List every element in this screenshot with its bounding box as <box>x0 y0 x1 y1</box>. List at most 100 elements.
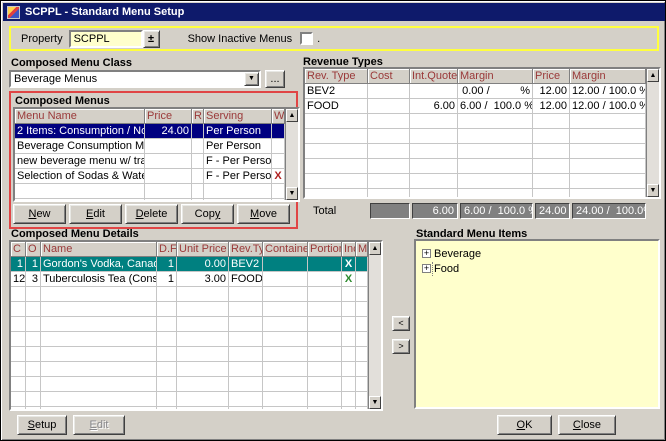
col-serving: Serving <box>204 109 272 124</box>
total-price: 24.00 <box>535 203 570 219</box>
details-header: C O Name D.F. Unit Price Rev.Typ Contain… <box>11 242 381 257</box>
table-row[interactable] <box>11 377 381 392</box>
total-int-quote: 6.00 <box>412 203 458 219</box>
col-name: Name <box>41 242 157 257</box>
details-scrollbar[interactable]: ▲ ▼ <box>368 242 381 409</box>
col-rev-typ: Rev.Typ <box>229 242 263 257</box>
table-row[interactable]: new beverage menu w/ translati F - Per P… <box>15 154 298 169</box>
col-unit-price: Unit Price <box>177 242 229 257</box>
table-row[interactable]: 2 Items: Consumption / Not Con 24.00 Per… <box>15 124 298 139</box>
total-cost <box>370 203 410 219</box>
composed-menu-class-browse-button[interactable]: ... <box>265 70 285 88</box>
table-row[interactable] <box>11 302 381 317</box>
composed-menus-header: Menu Name Price R Serving W <box>15 109 298 124</box>
property-label: Property <box>21 33 63 45</box>
table-row[interactable]: FOOD 6.00 6.00 / 100.0 % 12.00 12.00 / 1… <box>305 99 659 114</box>
title-bar[interactable]: SCPPL - Standard Menu Setup <box>3 3 665 21</box>
scroll-up-icon[interactable]: ▲ <box>369 242 381 255</box>
revenue-types-table: Rev. Type Cost Int.Quote Margin Price Ma… <box>303 67 661 199</box>
setup-button[interactable]: Setup <box>17 415 67 435</box>
delete-button[interactable]: Delete <box>125 204 178 224</box>
revenue-types-header: Rev. Type Cost Int.Quote Margin Price Ma… <box>305 69 659 84</box>
standard-menu-setup-window: SCPPL - Standard Menu Setup Property ± S… <box>0 0 666 441</box>
table-row[interactable] <box>305 159 659 174</box>
col-r: R <box>192 109 204 124</box>
table-row[interactable] <box>305 144 659 159</box>
col-w: W <box>272 109 285 124</box>
new-button[interactable]: New <box>13 204 66 224</box>
table-row[interactable] <box>305 174 659 189</box>
scroll-down-icon[interactable]: ▼ <box>647 184 659 197</box>
property-lov-button[interactable]: ± <box>143 30 160 48</box>
col-o: O <box>26 242 41 257</box>
ok-button[interactable]: OK <box>497 415 552 435</box>
col-margin-2: Margin <box>570 69 646 84</box>
close-button[interactable]: Close <box>558 415 616 435</box>
app-icon <box>7 6 20 19</box>
move-button[interactable]: Move <box>237 204 290 224</box>
chevron-down-icon[interactable]: ▼ <box>244 72 259 86</box>
col-price: Price <box>533 69 570 84</box>
col-portion: Portion <box>308 242 342 257</box>
col-rev-type: Rev. Type <box>305 69 368 84</box>
col-menu-name: Menu Name <box>15 109 145 124</box>
expand-icon[interactable]: + <box>422 249 431 258</box>
composed-menu-details-label: Composed Menu Details <box>11 228 139 240</box>
revenue-types-scrollbar[interactable]: ▲ ▼ <box>646 69 659 197</box>
table-row[interactable] <box>11 332 381 347</box>
table-row[interactable] <box>11 287 381 302</box>
tree-node-label: Beverage <box>434 248 481 260</box>
tree-node-beverage[interactable]: + Beverage <box>422 246 652 261</box>
composed-menu-class-combo[interactable]: Beverage Menus ▼ <box>9 70 261 88</box>
standard-menu-items-tree: + Beverage + Food <box>414 239 660 409</box>
col-c: C <box>11 242 26 257</box>
table-row[interactable]: BEV2 0.00 / % 12.00 12.00 / 100.0 % <box>305 84 659 99</box>
edit-button[interactable]: Edit <box>69 204 122 224</box>
col-df: D.F. <box>157 242 177 257</box>
table-row[interactable] <box>15 184 298 199</box>
composed-menu-details-table: C O Name D.F. Unit Price Rev.Typ Contain… <box>9 240 383 411</box>
col-cost: Cost <box>368 69 410 84</box>
table-row[interactable] <box>11 362 381 377</box>
table-row[interactable]: Beverage Consumption Menu Per Person <box>15 139 298 154</box>
copy-button[interactable]: Copy <box>181 204 234 224</box>
table-row[interactable]: 12 3 Tuberculosis Tea (Consumption) 1 3.… <box>11 272 381 287</box>
table-row[interactable]: 1 1 Gordon's Vodka, Canadian Mist ' 1 0.… <box>11 257 381 272</box>
scroll-down-icon[interactable]: ▼ <box>369 396 381 409</box>
tree-node-label: Food <box>434 263 459 275</box>
show-inactive-checkbox[interactable] <box>300 32 313 45</box>
table-row[interactable] <box>305 189 659 199</box>
checkbox-suffix: . <box>317 33 320 45</box>
composed-menus-label: Composed Menus <box>15 95 110 107</box>
col-int-quote: Int.Quote <box>410 69 458 84</box>
table-row[interactable] <box>11 347 381 362</box>
total-label: Total <box>305 203 368 219</box>
col-inc: Inc <box>342 242 356 257</box>
table-row[interactable] <box>11 407 381 411</box>
move-left-button[interactable]: < <box>392 316 410 331</box>
table-row[interactable] <box>11 392 381 407</box>
scroll-down-icon[interactable]: ▼ <box>286 187 298 200</box>
move-right-button[interactable]: > <box>392 339 410 354</box>
tree-node-food[interactable]: + Food <box>422 261 652 276</box>
property-panel: Property ± Show Inactive Menus . <box>9 26 659 51</box>
table-row[interactable] <box>305 114 659 129</box>
expand-icon[interactable]: + <box>422 264 431 273</box>
composed-menus-table: Menu Name Price R Serving W 2 Items: Con… <box>13 107 300 202</box>
table-row[interactable] <box>11 317 381 332</box>
col-margin-1: Margin <box>458 69 533 84</box>
scroll-up-icon[interactable]: ▲ <box>647 69 659 82</box>
table-row[interactable]: Selection of Sodas & Water F - Per Perso… <box>15 169 298 184</box>
window-title: SCPPL - Standard Menu Setup <box>25 6 184 18</box>
col-price: Price <box>145 109 192 124</box>
total-margin-2: 24.00 / 100.0% <box>572 203 646 219</box>
revenue-total-row: Total 6.00 6.00 / 100.0 % 24.00 24.00 / … <box>305 203 646 219</box>
composed-menu-class-value: Beverage Menus <box>11 73 244 85</box>
table-row[interactable] <box>15 199 298 202</box>
scroll-up-icon[interactable]: ▲ <box>286 109 298 122</box>
col-container: Container <box>263 242 308 257</box>
edit-bottom-button[interactable]: Edit <box>73 415 125 435</box>
property-input[interactable] <box>69 30 143 48</box>
composed-menus-scrollbar[interactable]: ▲ ▼ <box>285 109 298 200</box>
table-row[interactable] <box>305 129 659 144</box>
